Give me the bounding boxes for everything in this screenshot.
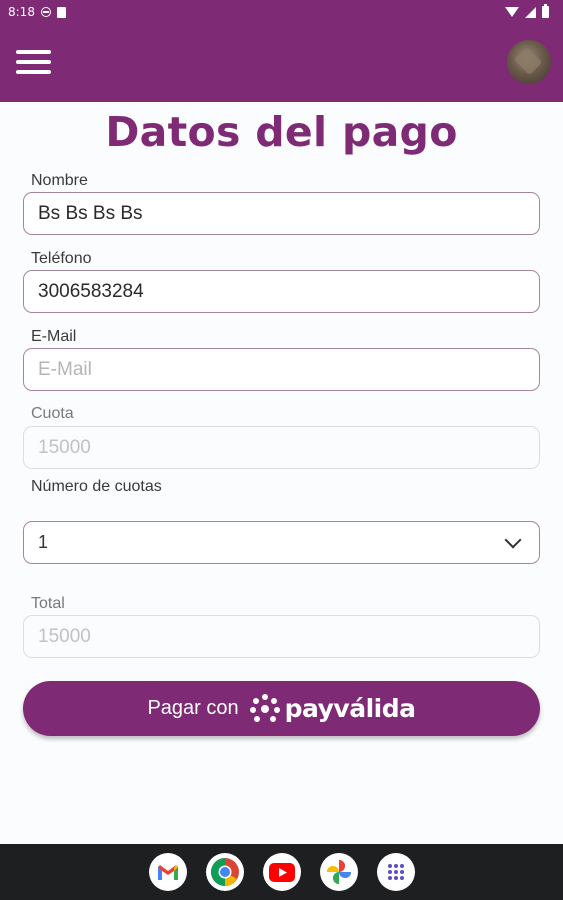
photos-icon[interactable] (319, 853, 358, 891)
cuota-value: 15000 (38, 436, 91, 458)
nombre-label: Nombre (31, 172, 88, 189)
hamburger-menu-icon[interactable] (16, 48, 52, 76)
signal-icon (525, 6, 536, 18)
wifi-icon (505, 7, 519, 17)
email-label: E-Mail (31, 328, 77, 345)
battery-icon (542, 4, 549, 18)
chevron-down-icon (504, 531, 522, 548)
taskbar (0, 844, 563, 900)
notification-icon (40, 7, 51, 17)
cuota-label: Cuota (31, 405, 74, 422)
app-bar (0, 24, 563, 102)
total-field: 15000 (23, 615, 540, 658)
payvalida-logo: payválida (249, 693, 416, 725)
telefono-label: Teléfono (31, 250, 92, 267)
total-label: Total (31, 595, 65, 612)
cuota-field: 15000 (23, 426, 540, 469)
email-input[interactable] (38, 358, 525, 381)
page-title: Datos del pago (105, 108, 458, 156)
telefono-input[interactable] (38, 280, 525, 303)
nombre-input[interactable] (38, 202, 525, 225)
numero-cuotas-select[interactable]: 1 (23, 521, 540, 564)
user-avatar[interactable] (507, 40, 551, 84)
pay-button-label: Pagar con (147, 697, 239, 719)
status-bar: 8:18 (0, 0, 563, 24)
pay-button[interactable]: Pagar con payválida (23, 681, 540, 736)
sim-card-icon (56, 6, 66, 18)
email-field[interactable] (23, 348, 540, 391)
payvalida-brand-text: payválida (284, 694, 416, 723)
gmail-icon[interactable] (148, 853, 187, 891)
youtube-icon[interactable] (262, 853, 301, 891)
status-time: 8:18 (8, 5, 35, 19)
app-drawer-icon[interactable] (376, 853, 415, 891)
telefono-field[interactable] (23, 270, 540, 313)
nombre-field[interactable] (23, 192, 540, 235)
numero-cuotas-value: 1 (38, 532, 49, 552)
numero-cuotas-label: Número de cuotas (31, 478, 162, 495)
chrome-icon[interactable] (205, 853, 244, 891)
total-value: 15000 (38, 625, 91, 647)
payvalida-burst-icon (249, 693, 280, 722)
